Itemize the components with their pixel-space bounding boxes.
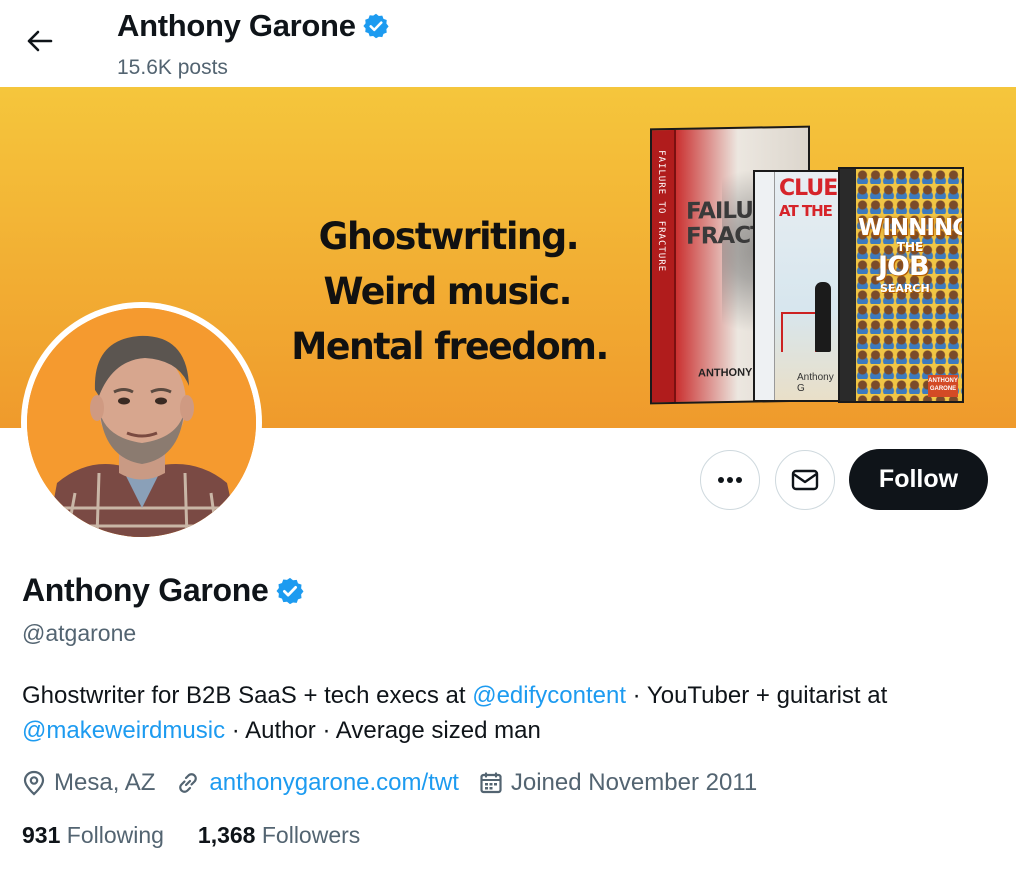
followers-link[interactable]: 1,368 Followers — [198, 822, 360, 849]
website-link[interactable]: anthonygarone.com/twt — [209, 769, 458, 797]
banner-line: Ghostwriting. — [318, 215, 580, 258]
mention-link-makeweirdmusic[interactable]: @makeweirdmusic — [22, 717, 225, 744]
joined-text: Joined November 2011 — [510, 769, 758, 796]
arrow-left-icon — [27, 30, 53, 52]
book-cover-clueless-at-the-work: CLUEL AT THE Anthony G — [753, 170, 843, 402]
portrait-illustration — [27, 308, 256, 537]
book-cover-winning-the-job-search: WINNING THE JOB SEARCH ANTHONY GARONE — [838, 167, 964, 403]
ellipsis-icon — [718, 477, 742, 483]
location-pin-icon — [23, 770, 45, 796]
follow-button[interactable]: Follow — [849, 449, 988, 510]
banner-line: Weird music. — [323, 270, 573, 313]
joined-item: Joined November 2011 — [479, 769, 757, 797]
profile-name: Anthony Garone — [22, 572, 305, 609]
follow-counts: 931 Following 1,368 Followers — [22, 822, 394, 849]
followers-label: Followers — [261, 822, 361, 848]
header-title: Anthony Garone — [117, 8, 390, 44]
calendar-icon — [480, 772, 502, 794]
message-button[interactable] — [775, 450, 835, 510]
more-options-button[interactable] — [700, 450, 760, 510]
post-count: 15.6K posts — [117, 56, 228, 79]
envelope-icon — [791, 469, 819, 491]
website-item: anthonygarone.com/twt — [175, 769, 459, 797]
mention-link-edifycontent[interactable]: @edifycontent — [472, 682, 626, 709]
banner-line: Mental freedom. — [291, 325, 609, 368]
book-author: Anthony G — [797, 372, 834, 394]
following-count: 931 — [22, 822, 61, 848]
location-text: Mesa, AZ — [54, 769, 156, 796]
header-name: Anthony Garone — [117, 8, 356, 43]
profile-meta: Mesa, AZ anthonygarone.com/twt Joined No… — [22, 766, 777, 800]
book-title: CLUEL AT THE — [779, 176, 841, 221]
link-icon — [179, 773, 198, 793]
profile-bio: Ghostwriter for B2B SaaS + tech execs at… — [22, 682, 888, 744]
top-bar: Anthony Garone 15.6K posts — [0, 0, 1016, 87]
profile-handle: @atgarone — [22, 620, 137, 646]
back-button[interactable] — [22, 24, 56, 58]
location-item: Mesa, AZ — [22, 769, 155, 797]
verified-badge-icon — [363, 13, 389, 39]
display-name: Anthony Garone — [22, 572, 269, 608]
followers-count: 1,368 — [197, 822, 256, 848]
book-spine-text: FAILURE TO FRACTURE — [656, 150, 666, 273]
avatar[interactable] — [21, 302, 262, 543]
verified-badge-icon[interactable] — [275, 576, 305, 606]
following-label: Following — [66, 822, 164, 848]
following-link[interactable]: 931 Following — [22, 822, 164, 849]
avatar-photo — [27, 308, 256, 537]
